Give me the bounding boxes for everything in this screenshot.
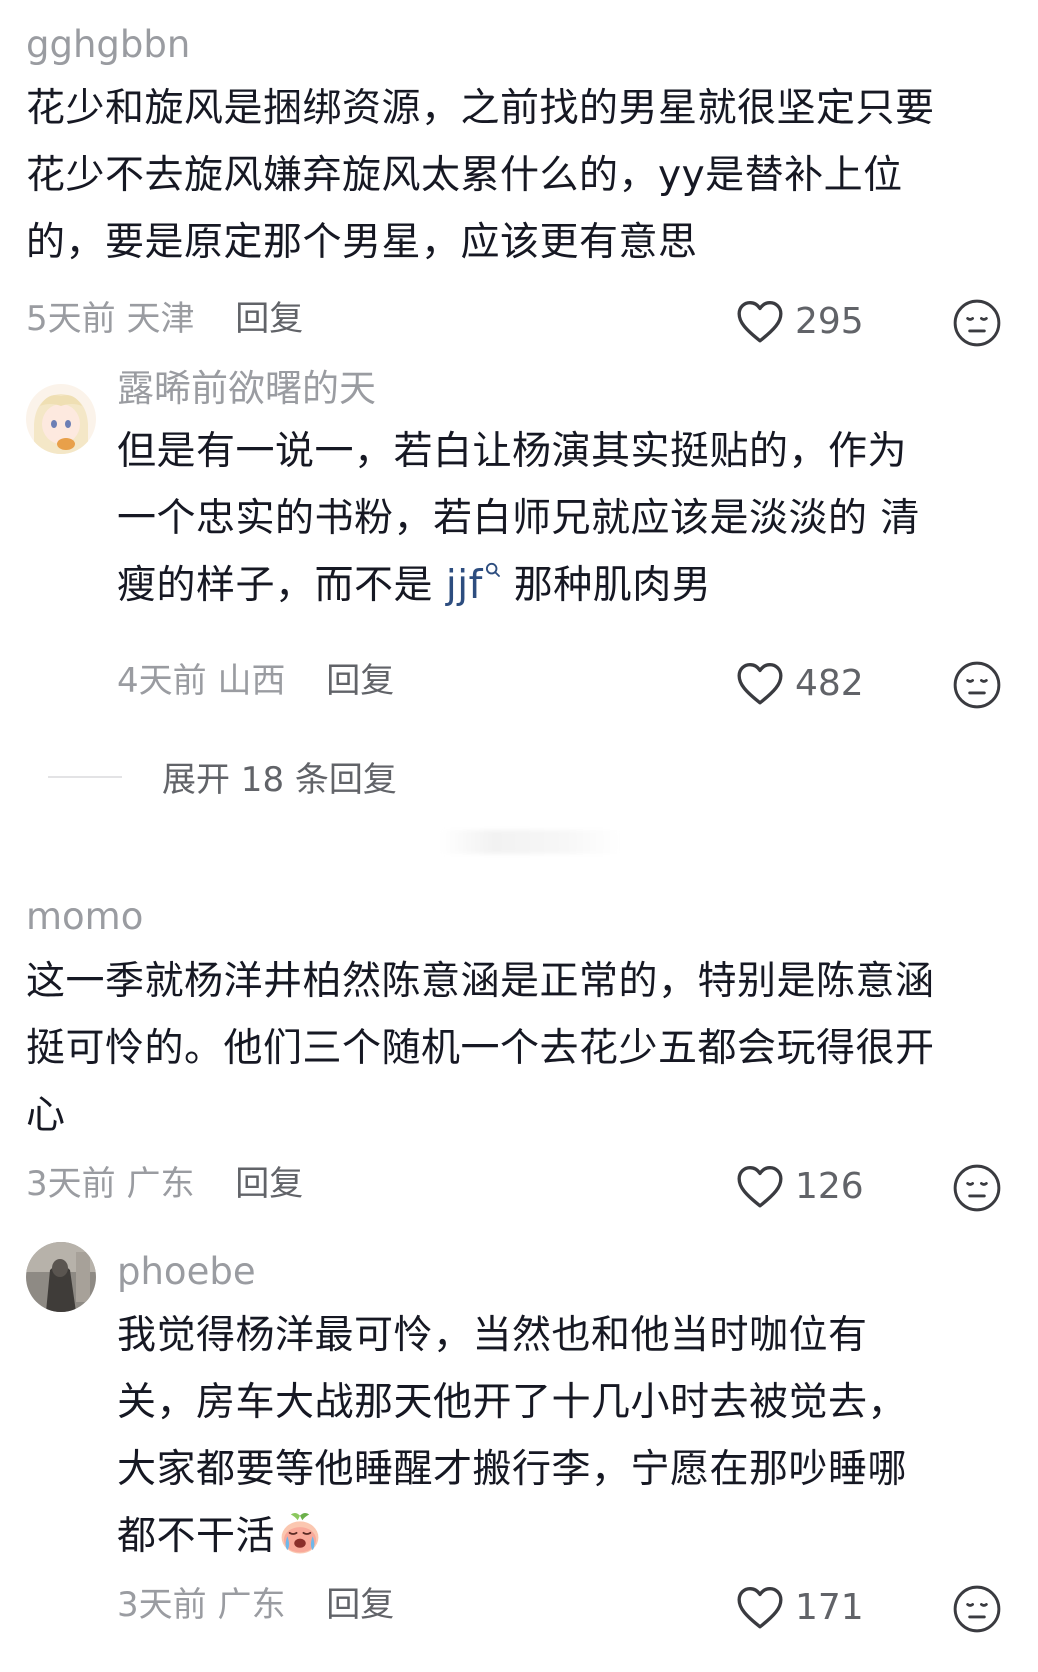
comment-line: 瘦的样子，而不是 jjf 那种肌肉男 bbox=[117, 552, 920, 619]
comment-username[interactable]: phoebe bbox=[117, 1253, 256, 1290]
expand-replies-label: 展开 18 条回复 bbox=[162, 760, 397, 800]
crying-peach-emoji-icon bbox=[281, 1512, 319, 1554]
comment-line: 我觉得杨洋最可怜，当然也和他当时咖位有 bbox=[117, 1313, 868, 1358]
heart-outline-icon bbox=[737, 1165, 783, 1208]
comment-line: 大家都要等他睡醒才搬行李，宁愿在那吵睡哪 bbox=[117, 1447, 908, 1492]
comment-time: 5天前 bbox=[26, 299, 116, 339]
comment-line: 心 bbox=[26, 1093, 66, 1138]
like-button[interactable]: 295 bbox=[735, 298, 864, 344]
heart-outline-icon bbox=[737, 1586, 783, 1629]
comment-username[interactable]: gghgbbn bbox=[26, 26, 190, 63]
comment-location: 山西 bbox=[217, 661, 286, 701]
divider bbox=[48, 775, 122, 778]
reply-button[interactable]: 回复 bbox=[235, 299, 303, 339]
comment-text: 但是有一说一，若白让杨演其实挺贴的，作为 一个忠实的书粉，若白师兄就应该是淡淡的… bbox=[117, 418, 920, 619]
meh-face-icon[interactable] bbox=[952, 1584, 1002, 1634]
avatar[interactable] bbox=[26, 384, 96, 454]
avatar[interactable] bbox=[26, 1242, 96, 1312]
like-button[interactable]: 482 bbox=[735, 660, 864, 706]
comment-username[interactable]: momo bbox=[26, 898, 143, 935]
heart-outline-icon bbox=[737, 663, 783, 705]
like-button[interactable]: 171 bbox=[735, 1584, 864, 1630]
like-count: 295 bbox=[795, 300, 864, 342]
photo-avatar-icon bbox=[26, 1242, 96, 1312]
reply-button[interactable]: 回复 bbox=[235, 1164, 303, 1204]
comment-meta: 5天前 天津 回复 bbox=[26, 302, 303, 336]
meh-face-icon[interactable] bbox=[952, 660, 1002, 710]
meh-face-icon[interactable] bbox=[952, 1163, 1002, 1213]
mention-text: jjf bbox=[445, 563, 483, 608]
comment-line: 花少不去旋风嫌弃旋风太累什么的，yy是替补上位 bbox=[26, 153, 903, 198]
anime-avatar-icon bbox=[26, 384, 96, 454]
divider bbox=[440, 830, 620, 854]
comment-line: 挺可怜的。他们三个随机一个去花少五都会玩得很开 bbox=[26, 1026, 935, 1071]
like-count: 482 bbox=[795, 662, 864, 704]
comment-location: 广东 bbox=[126, 1164, 195, 1204]
like-count: 126 bbox=[795, 1165, 864, 1207]
like-count: 171 bbox=[795, 1586, 864, 1628]
comment-text-segment: 那种肌肉男 bbox=[500, 563, 712, 608]
comment-text: 我觉得杨洋最可怜，当然也和他当时咖位有 关，房车大战那天他开了十几小时去被觉去，… bbox=[117, 1302, 907, 1570]
comment-line: 但是有一说一，若白让杨演其实挺贴的，作为 bbox=[117, 429, 908, 474]
comment-line: 一个忠实的书粉，若白师兄就应该是淡淡的 清 bbox=[117, 496, 920, 541]
search-mention-link[interactable]: jjf bbox=[445, 562, 501, 608]
comment-meta: 4天前 山西 回复 bbox=[117, 664, 394, 698]
comment-text-segment: 都不干活 bbox=[117, 1514, 276, 1559]
comment-text: 花少和旋风是捆绑资源，之前找的男星就很坚定只要 花少不去旋风嫌弃旋风太累什么的，… bbox=[26, 75, 935, 276]
like-button[interactable]: 126 bbox=[735, 1163, 864, 1209]
heart-outline-icon bbox=[737, 300, 783, 343]
search-icon bbox=[485, 562, 500, 577]
reply-button[interactable]: 回复 bbox=[326, 661, 394, 701]
comment-text: 这一季就杨洋井柏然陈意涵是正常的，特别是陈意涵 挺可怜的。他们三个随机一个去花少… bbox=[26, 948, 935, 1149]
meh-face-icon[interactable] bbox=[952, 298, 1002, 348]
comment-username[interactable]: 露晞前欲曙的天 bbox=[117, 370, 376, 407]
comment-line: 花少和旋风是捆绑资源，之前找的男星就很坚定只要 bbox=[26, 86, 935, 131]
expand-replies-button[interactable]: 展开 18 条回复 bbox=[48, 752, 397, 801]
comment-location: 广东 bbox=[217, 1585, 286, 1625]
comment-line: 的，要是原定那个男星，应该更有意思 bbox=[26, 220, 698, 265]
reply-button[interactable]: 回复 bbox=[326, 1585, 394, 1625]
comment-meta: 3天前 广东 回复 bbox=[26, 1167, 303, 1201]
comment-meta: 3天前 广东 回复 bbox=[117, 1588, 394, 1622]
comment-line: 这一季就杨洋井柏然陈意涵是正常的，特别是陈意涵 bbox=[26, 959, 935, 1004]
comment-time: 3天前 bbox=[26, 1164, 116, 1204]
comment-time: 3天前 bbox=[117, 1585, 207, 1625]
comment-location: 天津 bbox=[126, 299, 195, 339]
comment-line: 都不干活 bbox=[117, 1503, 907, 1570]
comment-time: 4天前 bbox=[117, 661, 207, 701]
comment-line: 关，房车大战那天他开了十几小时去被觉去， bbox=[117, 1380, 908, 1425]
comment-text-segment: 瘦的样子，而不是 bbox=[117, 563, 446, 608]
